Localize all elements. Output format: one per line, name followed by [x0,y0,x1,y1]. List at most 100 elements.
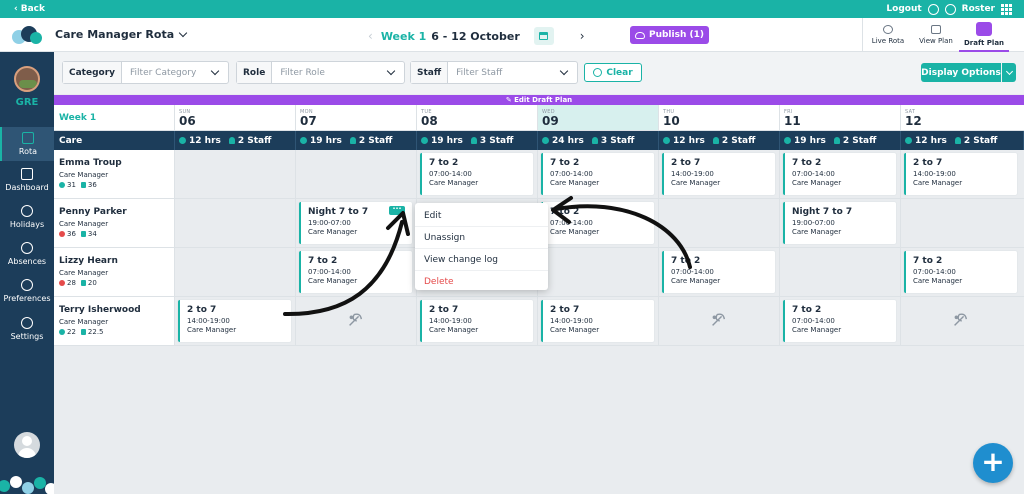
rota-selector[interactable]: Care Manager Rota [55,28,188,41]
logout-icon[interactable] [927,3,939,15]
organisation-avatar[interactable] [14,66,40,92]
sidebar-item-rota[interactable]: Rota [0,127,54,161]
shift-hours: 07:00-14:00 [913,268,956,276]
menu-item-unassign[interactable]: Unassign [415,227,548,249]
day-cell[interactable]: 7 to 2 07:00-14:00 Care Manager [901,248,1024,296]
shift-card[interactable]: 2 to 7 14:00-19:00 Care Manager [178,300,291,342]
shift-card[interactable]: 2 to 7 14:00-19:00 Care Manager [541,300,654,342]
group-hours: 12 hrs [915,135,947,146]
staff-filter[interactable]: Staff Filter Staff [410,61,578,84]
staff-info[interactable]: Emma Troup Care Manager 31 36 [54,150,175,198]
staff-info[interactable]: Terry Isherwood Care Manager 22 22.5 [54,297,175,345]
clock-icon [663,137,670,144]
shift-card[interactable]: 2 to 7 14:00-19:00 Care Manager [420,300,533,342]
roster-link[interactable]: Roster [962,4,995,14]
day-cell[interactable]: 7 to 2 07:00-14:00 Care Manager [296,248,417,296]
group-staff-count: 3 Staff [479,135,514,146]
day-cell[interactable] [538,248,659,296]
menu-item-view-change-log[interactable]: View change log [415,249,548,271]
week-dates: 6 - 12 October [431,29,520,43]
day-cell[interactable] [175,248,296,296]
week-label-cell: Week 1 [54,105,175,131]
sidebar-item-holidays[interactable]: Holidays [0,205,54,229]
day-cell[interactable] [780,248,901,296]
shift-card[interactable]: 7 to 2 07:00-14:00 Care Manager [783,300,896,342]
brand-logo[interactable] [12,24,42,46]
day-cell[interactable]: 7 to 2 07:00-14:00 Care Manager [780,150,901,198]
shift-role: Care Manager [792,326,842,334]
shift-card[interactable]: Night 7 to 7 19:00-07:00 Care Manager [783,202,896,244]
day-cell[interactable] [296,297,417,345]
contract-icon [80,280,86,286]
shift-card[interactable]: 7 to 2 07:00-14:00 Care Manager [904,251,1017,293]
staff-info[interactable]: Penny Parker Care Manager 36 34 [54,199,175,247]
user-avatar[interactable] [14,432,40,458]
next-week-button[interactable]: › [580,29,585,43]
sidebar-item-settings[interactable]: Settings [0,317,54,341]
person-icon [349,137,356,144]
add-shift-button[interactable]: + [973,443,1013,483]
clock-icon [300,137,307,144]
hours-status-icon [59,231,65,237]
day-cell[interactable] [901,199,1024,247]
day-cell[interactable]: Night 7 to 7 19:00-07:00 Care Manager ··· [296,199,417,247]
day-cell[interactable] [659,199,780,247]
logout-link[interactable]: Logout [886,4,921,14]
day-cell[interactable]: 2 to 7 14:00-19:00 Care Manager [538,297,659,345]
menu-item-delete[interactable]: Delete [415,271,548,293]
shift-card[interactable]: 7 to 2 07:00-14:00 Care Manager [299,251,412,293]
day-cell[interactable] [901,297,1024,345]
shift-role: Care Manager [792,179,842,187]
shift-card[interactable]: 7 to 2 07:00-14:00 Care Manager [541,202,654,244]
day-cell[interactable]: 2 to 7 14:00-19:00 Care Manager [659,150,780,198]
day-cell[interactable]: Night 7 to 7 19:00-07:00 Care Manager [780,199,901,247]
publish-button[interactable]: Publish (1) [630,26,709,44]
day-cell[interactable]: 2 to 7 14:00-19:00 Care Manager [901,150,1024,198]
sidebar-item-label: Rota [18,147,38,156]
shift-card[interactable]: 7 to 2 07:00-14:00 Care Manager [783,153,896,195]
day-cell[interactable]: 2 to 7 14:00-19:00 Care Manager [417,297,538,345]
day-cell[interactable]: 7 to 2 07:00-14:00 Care Manager [538,199,659,247]
display-options-button[interactable]: Display Options [921,63,1001,82]
category-filter[interactable]: Category Filter Category [62,61,229,84]
shift-card[interactable]: 2 to 7 14:00-19:00 Care Manager [662,153,775,195]
sidebar-item-dashboard[interactable]: Dashboard [0,168,54,192]
view-live-rota[interactable]: Live Rota [863,18,913,52]
view-plan[interactable]: View Plan [913,18,959,52]
day-cell[interactable]: 2 to 7 14:00-19:00 Care Manager [175,297,296,345]
group-staff-count: 2 Staff [721,135,756,146]
day-cell[interactable]: 7 to 2 07:00-14:00 Care Manager [659,248,780,296]
day-cell[interactable]: 7 to 2 07:00-14:00 Care Manager [538,150,659,198]
contract-icon [80,182,86,188]
shift-role: Care Manager [671,277,721,285]
day-cell[interactable] [659,297,780,345]
hours-status-icon [59,329,65,335]
shift-card[interactable]: 7 to 2 07:00-14:00 Care Manager [420,153,533,195]
day-cell[interactable]: 7 to 2 07:00-14:00 Care Manager [780,297,901,345]
gear-icon[interactable] [944,3,956,15]
display-options-dropdown[interactable] [1002,63,1016,82]
edit-draft-plan-banner[interactable]: ✎ Edit Draft Plan [54,95,1024,105]
shift-card[interactable]: 2 to 7 14:00-19:00 Care Manager [904,153,1017,195]
shift-card[interactable]: 7 to 2 07:00-14:00 Care Manager [662,251,775,293]
role-filter[interactable]: Role Filter Role [236,61,405,84]
day-header-thu: THU 10 [659,105,780,131]
chevron-down-icon [210,66,220,76]
apps-grid-icon[interactable] [1001,3,1012,15]
clear-filters-button[interactable]: Clear [584,63,642,82]
day-cell[interactable] [175,150,296,198]
sidebar-item-absences[interactable]: Absences [0,242,54,266]
sidebar-item-preferences[interactable]: Preferences [0,279,54,303]
staff-info[interactable]: Lizzy Hearn Care Manager 28 20 [54,248,175,296]
day-cell[interactable] [175,199,296,247]
view-draft-plan[interactable]: Draft Plan [959,18,1009,52]
previous-week-button[interactable]: ‹ [368,29,373,43]
calendar-picker-button[interactable] [533,27,554,45]
day-cell[interactable] [296,150,417,198]
menu-item-edit[interactable]: Edit [415,205,548,227]
more-options-icon[interactable]: ··· [389,205,405,215]
shift-card[interactable]: 7 to 2 07:00-14:00 Care Manager [541,153,654,195]
back-button[interactable]: ‹ Back [14,4,45,14]
shift-card[interactable]: Night 7 to 7 19:00-07:00 Care Manager ··· [299,202,412,244]
day-cell[interactable]: 7 to 2 07:00-14:00 Care Manager [417,150,538,198]
